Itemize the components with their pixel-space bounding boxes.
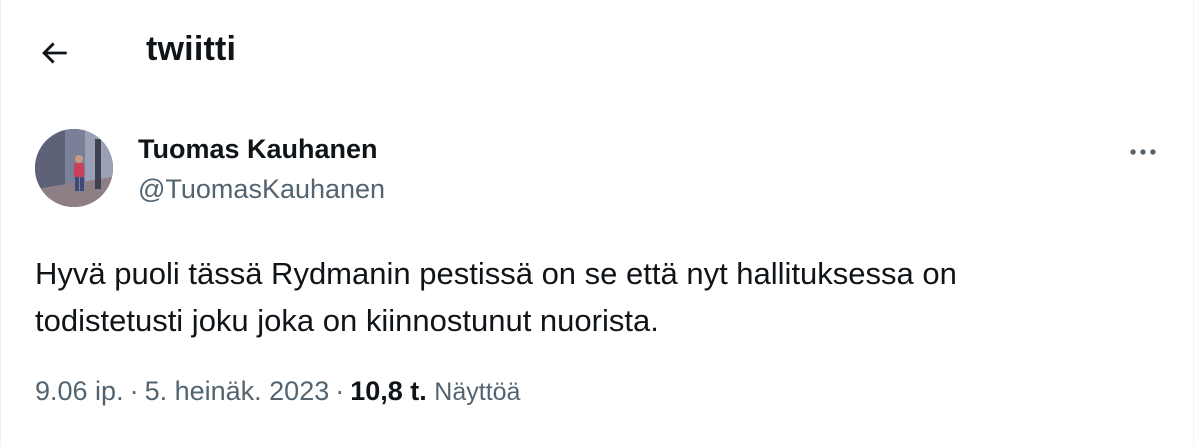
tweet-date[interactable]: 5. heinäk. 2023: [145, 376, 330, 406]
tweet-page: twiitti Tuomas Kauhanen @TuomasKauhanen …: [0, 0, 1194, 446]
back-button[interactable]: [23, 22, 85, 84]
tweet-text: Hyvä puoli tässä Rydmanin pestissä on se…: [35, 250, 1155, 344]
avatar[interactable]: [35, 129, 113, 207]
tweet-text-line: todistetusti joku joka on kiinnostunut n…: [35, 303, 659, 338]
more-options-button[interactable]: [1121, 130, 1165, 174]
author-name[interactable]: Tuomas Kauhanen: [138, 134, 378, 165]
page-title: twiitti: [146, 30, 237, 68]
tweet-time[interactable]: 9.06 ip.: [35, 376, 124, 406]
avatar-photo: [35, 129, 113, 207]
views-count: 10,8 t.: [350, 376, 427, 406]
author-handle[interactable]: @TuomasKauhanen: [138, 174, 385, 205]
more-horizontal-icon: [1130, 149, 1156, 155]
tweet-text-line: Hyvä puoli tässä Rydmanin pestissä on se…: [35, 256, 957, 291]
meta-separator: ·: [335, 376, 345, 406]
tweet-meta: 9.06 ip. · 5. heinäk. 2023 · 10,8 t. Näyttöä: [35, 376, 520, 407]
arrow-left-icon: [42, 42, 67, 64]
page-header: twiitti: [1, 0, 1196, 106]
views-label: Näyttöä: [434, 378, 521, 406]
meta-separator: ·: [129, 376, 139, 406]
